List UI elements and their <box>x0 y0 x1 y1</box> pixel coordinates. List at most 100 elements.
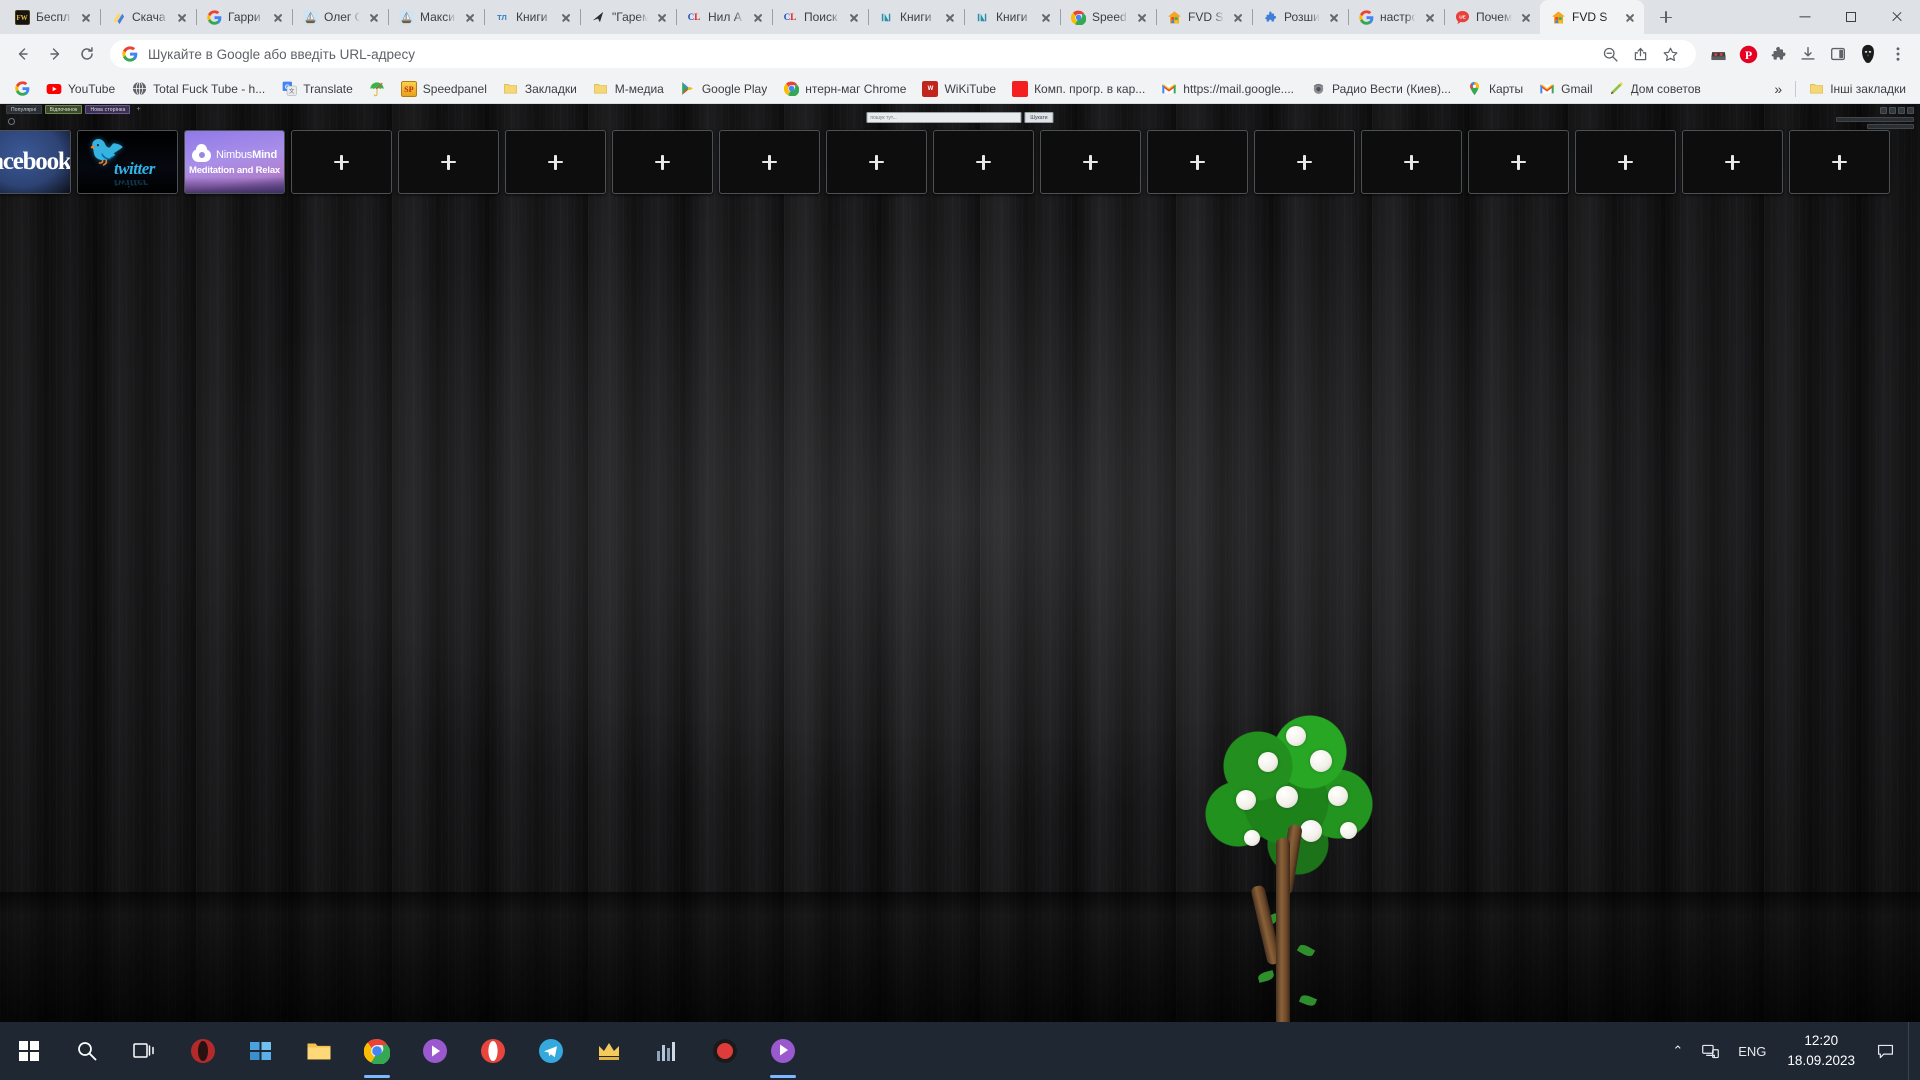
bookmarks-overflow-button[interactable]: » <box>1764 81 1791 97</box>
pinterest-icon[interactable]: P <box>1734 40 1762 68</box>
speed-dial-empty-tile[interactable] <box>1361 130 1462 194</box>
speed-dial-empty-tile[interactable] <box>933 130 1034 194</box>
speed-dial-empty-tile[interactable] <box>1789 130 1890 194</box>
network-icon[interactable] <box>1692 1022 1729 1080</box>
speed-dial-tile[interactable]: NimbusMind Meditation and Relax <box>184 130 285 194</box>
action-center-button[interactable] <box>1867 1022 1904 1080</box>
bookmark-item[interactable]: YouTube <box>38 77 123 101</box>
speed-dial-empty-tile[interactable] <box>1254 130 1355 194</box>
tab-close-icon[interactable] <box>1622 9 1638 25</box>
task-view-button[interactable] <box>116 1022 174 1080</box>
chrome-button[interactable] <box>348 1022 406 1080</box>
tab-close-icon[interactable] <box>78 9 94 25</box>
bookmark-item[interactable] <box>361 77 393 101</box>
gear-icon[interactable] <box>8 118 15 125</box>
view-sync-button[interactable] <box>1907 107 1914 114</box>
speed-dial-empty-tile[interactable] <box>291 130 392 194</box>
speed-dial-empty-tile[interactable] <box>612 130 713 194</box>
new-tab-button[interactable] <box>1652 3 1680 31</box>
view-grid-button[interactable] <box>1880 107 1887 114</box>
extensions-puzzle-icon[interactable] <box>1764 40 1792 68</box>
search-button[interactable]: Шукати <box>1024 112 1054 123</box>
language-indicator[interactable]: ENG <box>1729 1022 1775 1080</box>
bookmark-item[interactable]: Радио Вести (Киев)... <box>1302 77 1459 101</box>
crown-app-button[interactable] <box>580 1022 638 1080</box>
bookmark-item[interactable]: Total Fuck Tube - h... <box>123 77 273 101</box>
bookmark-item[interactable]: Карты <box>1459 77 1531 101</box>
minimize-button[interactable] <box>1782 0 1828 34</box>
bookmark-item[interactable]: SP Speedpanel <box>393 77 495 101</box>
browser-tab[interactable]: Книги <box>964 0 1061 34</box>
speed-dial-empty-tile[interactable] <box>1147 130 1248 194</box>
browser-tab[interactable]: Скача <box>100 0 197 34</box>
speed-dial-empty-tile[interactable] <box>719 130 820 194</box>
tab-close-icon[interactable] <box>462 9 478 25</box>
tab-close-icon[interactable] <box>942 9 958 25</box>
speed-dial-slider[interactable] <box>1836 117 1914 122</box>
browser-tab[interactable]: настро <box>1348 0 1445 34</box>
search-input[interactable]: пошук тут... <box>866 112 1022 123</box>
clock[interactable]: 12:20 18.09.2023 <box>1775 1022 1867 1080</box>
browser-tab[interactable]: UE Почем <box>1444 0 1541 34</box>
forward-button[interactable] <box>40 39 70 69</box>
bookmark-item[interactable]: W WiKiTube <box>914 77 1004 101</box>
tab-close-icon[interactable] <box>1518 9 1534 25</box>
tab-close-icon[interactable] <box>558 9 574 25</box>
back-button[interactable] <box>8 39 38 69</box>
masked-extension-icon[interactable] <box>1704 40 1732 68</box>
tab-close-icon[interactable] <box>1326 9 1342 25</box>
speed-dial-empty-tile[interactable] <box>826 130 927 194</box>
speed-dial-empty-tile[interactable] <box>398 130 499 194</box>
tab-close-icon[interactable] <box>1230 9 1246 25</box>
browser-tab[interactable]: "Гарем <box>580 0 677 34</box>
telegram-button[interactable] <box>522 1022 580 1080</box>
chrome-menu-icon[interactable] <box>1884 40 1912 68</box>
speed-dial-empty-tile[interactable] <box>1040 130 1141 194</box>
speed-dial-tile[interactable]: facebook <box>0 130 71 194</box>
browser-tab[interactable]: CL Нил А <box>676 0 773 34</box>
browser-tab[interactable]: Макси <box>388 0 485 34</box>
file-explorer-button[interactable] <box>290 1022 348 1080</box>
browser-tab[interactable]: CL Поиск <box>772 0 869 34</box>
browser-tab[interactable]: FW Беспл <box>4 0 101 34</box>
show-hidden-icons-button[interactable]: ⌃ <box>1663 1022 1692 1080</box>
speed-dial-group-tab[interactable]: Популярні <box>6 105 42 114</box>
tab-close-icon[interactable] <box>1422 9 1438 25</box>
reload-button[interactable] <box>72 39 102 69</box>
browser-tab[interactable]: Книги <box>868 0 965 34</box>
speed-dial-empty-tile[interactable] <box>1575 130 1676 194</box>
speed-dial-slider-secondary[interactable] <box>1867 124 1914 129</box>
speed-dial-empty-tile[interactable] <box>1468 130 1569 194</box>
store-button[interactable] <box>232 1022 290 1080</box>
maximize-button[interactable] <box>1828 0 1874 34</box>
bookmark-item[interactable]: Комп. прогр. в кар... <box>1004 77 1153 101</box>
tab-close-icon[interactable] <box>1134 9 1150 25</box>
tab-close-icon[interactable] <box>846 9 862 25</box>
bookmark-item[interactable]: Закладки <box>495 77 585 101</box>
view-list-button[interactable] <box>1889 107 1896 114</box>
profile-avatar[interactable] <box>1854 40 1882 68</box>
tab-close-icon[interactable] <box>1038 9 1054 25</box>
browser-tab[interactable]: Розши <box>1252 0 1349 34</box>
tab-close-icon[interactable] <box>366 9 382 25</box>
equalizer-button[interactable] <box>638 1022 696 1080</box>
bookmark-item[interactable]: Gmail <box>1531 77 1600 101</box>
speed-dial-empty-tile[interactable] <box>505 130 606 194</box>
bookmark-item[interactable]: Google Play <box>672 77 775 101</box>
browser-tab[interactable]: Олег С <box>292 0 389 34</box>
browser-tab[interactable]: FVD S <box>1156 0 1253 34</box>
add-group-button[interactable]: + <box>136 106 140 113</box>
view-settings-button[interactable] <box>1898 107 1905 114</box>
groove-music-button[interactable] <box>754 1022 812 1080</box>
tab-close-icon[interactable] <box>750 9 766 25</box>
speed-dial-tile[interactable]: 🐦 twitter twitter <box>77 130 178 194</box>
speed-dial-group-tab[interactable]: Відпочинок <box>44 105 83 114</box>
bookmark-star-icon[interactable] <box>1656 40 1684 68</box>
share-icon[interactable] <box>1626 40 1654 68</box>
downloads-icon[interactable] <box>1794 40 1822 68</box>
zoom-out-icon[interactable] <box>1596 40 1624 68</box>
browser-tab[interactable]: FVD S <box>1540 0 1644 34</box>
browser-tab[interactable]: Speed <box>1060 0 1157 34</box>
browser-tab[interactable]: ТЛ Книги <box>484 0 581 34</box>
start-button[interactable] <box>0 1022 58 1080</box>
